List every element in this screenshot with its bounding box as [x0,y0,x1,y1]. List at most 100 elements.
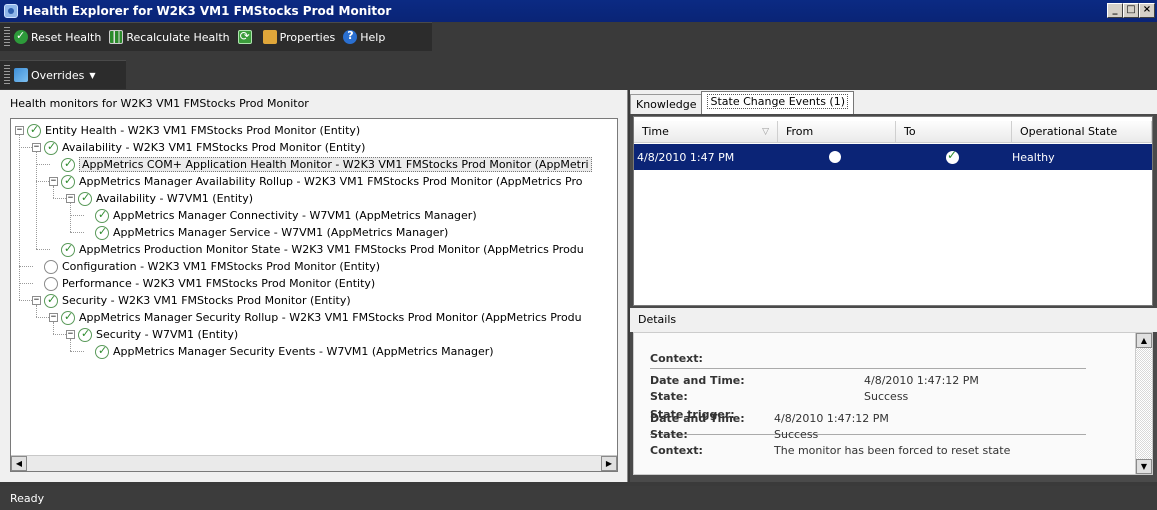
collapse-toggle[interactable]: − [15,126,24,135]
tree-item-label: AppMetrics COM+ Application Health Monit… [79,157,592,172]
panel-header: Health monitors for W2K3 VM1 FMStocks Pr… [10,97,309,110]
events-panel: Knowledge State Change Events (1) Time ▽ … [630,90,1157,482]
events-grid[interactable]: Time ▽ From To Operational State 4/8/2010… [633,116,1153,306]
help-button[interactable]: Help [343,29,385,44]
scroll-down-button[interactable]: ▼ [1136,459,1152,474]
scroll-right-button[interactable]: ▶ [601,456,617,471]
refresh-button[interactable] [237,29,255,44]
tree-item[interactable]: AppMetrics Manager Service - W7VM1 (AppM… [83,224,448,241]
tree-item[interactable]: − AppMetrics Manager Security Rollup - W2… [49,309,582,326]
tree-connector [36,181,49,182]
refresh-icon [237,29,252,44]
toolbar-grip[interactable] [4,65,10,85]
tree-item[interactable]: − AppMetrics Manager Availability Rollup … [49,173,582,190]
window-title: Health Explorer for W2K3 VM1 FMStocks Pr… [23,4,392,18]
tree-connector [19,266,33,267]
app-icon [4,4,18,18]
tree-item-label: AppMetrics Manager Security Rollup - W2K… [79,311,582,324]
column-header-from[interactable]: From [778,121,896,143]
chart-icon [109,30,124,44]
reset-health-button[interactable]: Reset Health [14,29,101,44]
tree-item-label: AppMetrics Manager Connectivity - W7VM1 … [113,209,477,222]
tree-item[interactable]: Configuration - W2K3 VM1 FMStocks Prod M… [32,258,380,275]
properties-button[interactable]: Properties [262,30,335,44]
tree-connector [19,147,32,148]
tree-item[interactable]: − Security - W7VM1 (Entity) [66,326,238,343]
health-explorer-window: Health Explorer for W2K3 VM1 FMStocks Pr… [0,0,1157,510]
tree-item-label: Security - W7VM1 (Entity) [96,328,239,341]
tree-item-label: AppMetrics Production Monitor State - W2… [79,243,584,256]
collapse-toggle[interactable]: − [66,194,75,203]
overrides-icon [14,68,28,82]
tab-state-change-events[interactable]: State Change Events (1) [701,91,855,114]
collapse-toggle[interactable]: − [49,313,58,322]
minimize-button[interactable]: _ [1107,3,1123,18]
scroll-left-button[interactable]: ◀ [11,456,27,471]
maximize-button[interactable]: □ [1123,3,1139,18]
date-label: Date and Time: [650,412,745,425]
tree-item-label: Availability - W2K3 VM1 FMStocks Prod Mo… [62,141,366,154]
healthy-icon [95,344,109,359]
tree-item[interactable]: AppMetrics Manager Connectivity - W7VM1 … [83,207,477,224]
tree-item[interactable]: − Entity Health - W2K3 VM1 FMStocks Prod … [15,122,360,139]
collapse-toggle[interactable]: − [32,296,41,305]
date-value: 4/8/2010 1:47:12 PM [774,412,889,425]
healthy-icon [44,140,58,155]
help-icon [343,29,358,44]
tree-connector [53,198,66,199]
healthy-icon [44,293,58,308]
collapse-toggle[interactable]: − [32,143,41,152]
tree-item[interactable]: AppMetrics COM+ Application Health Monit… [49,156,592,173]
table-row[interactable]: 4/8/2010 1:47 PM Healthy [634,144,1152,170]
state-value: Success [864,390,909,403]
tree-item-label: Configuration - W2K3 VM1 FMStocks Prod M… [62,260,381,273]
tree-connector [70,351,84,352]
tree-connector [36,317,49,318]
chevron-down-icon: ▼ [89,70,96,80]
state-label: State: [650,428,688,441]
tree-item[interactable]: − Availability - W7VM1 (Entity) [66,190,253,207]
tree-item[interactable]: − Security - W2K3 VM1 FMStocks Prod Monit… [32,292,351,309]
tree-item[interactable]: AppMetrics Production Monitor State - W2… [49,241,584,258]
status-bar: Ready [0,486,1157,510]
recalculate-health-button[interactable]: Recalculate Health [109,30,230,44]
healthy-state-icon [946,148,959,164]
title-bar: Health Explorer for W2K3 VM1 FMStocks Pr… [0,0,1157,22]
tab-knowledge[interactable]: Knowledge [630,94,703,114]
tree-item[interactable]: − Availability - W2K3 VM1 FMStocks Prod M… [32,139,365,156]
tree-item-label: Entity Health - W2K3 VM1 FMStocks Prod M… [45,124,361,137]
healthy-icon [95,208,109,223]
tree-connector [70,232,84,233]
state-label: State: [650,390,688,403]
details-pane[interactable]: Context: Date and Time: 4/8/2010 1:47:12… [633,332,1153,475]
tree-item[interactable]: Performance - W2K3 VM1 FMStocks Prod Mon… [32,275,375,292]
collapse-toggle[interactable]: − [66,330,75,339]
monitor-tree[interactable]: −Entity Health - W2K3 VM1 FMStocks Prod … [10,118,618,472]
vertical-scrollbar[interactable]: ▲ ▼ [1135,333,1152,474]
scroll-up-button[interactable]: ▲ [1136,333,1152,348]
tree-item[interactable]: AppMetrics Manager Security Events - W7V… [83,343,494,360]
horizontal-scrollbar[interactable]: ◀ ▶ [11,455,617,471]
healthy-icon [27,123,41,138]
tree-connector [53,334,66,335]
collapse-toggle[interactable]: − [49,177,58,186]
healthy-icon [61,157,75,172]
divider [650,368,1086,369]
column-header-operational-state[interactable]: Operational State [1012,121,1152,143]
tab-strip: Knowledge State Change Events (1) [630,90,1157,114]
close-button[interactable]: × [1139,3,1155,18]
tree-connector [19,300,32,301]
overrides-button[interactable]: Overrides ▼ [14,68,95,82]
not-monitored-icon [44,276,58,291]
healthy-icon [95,225,109,240]
toolbar-grip[interactable] [4,27,10,47]
tree-item-label: Availability - W7VM1 (Entity) [96,192,254,205]
healthy-icon [61,174,75,189]
tree-connector [36,152,37,249]
column-header-time[interactable]: Time ▽ [634,121,778,143]
cell-time: 4/8/2010 1:47 PM [637,150,735,164]
column-header-to[interactable]: To [896,121,1012,143]
date-label: Date and Time: [650,374,745,387]
tree-item-label: Performance - W2K3 VM1 FMStocks Prod Mon… [62,277,376,290]
tree-item-label: AppMetrics Manager Availability Rollup -… [79,175,583,188]
